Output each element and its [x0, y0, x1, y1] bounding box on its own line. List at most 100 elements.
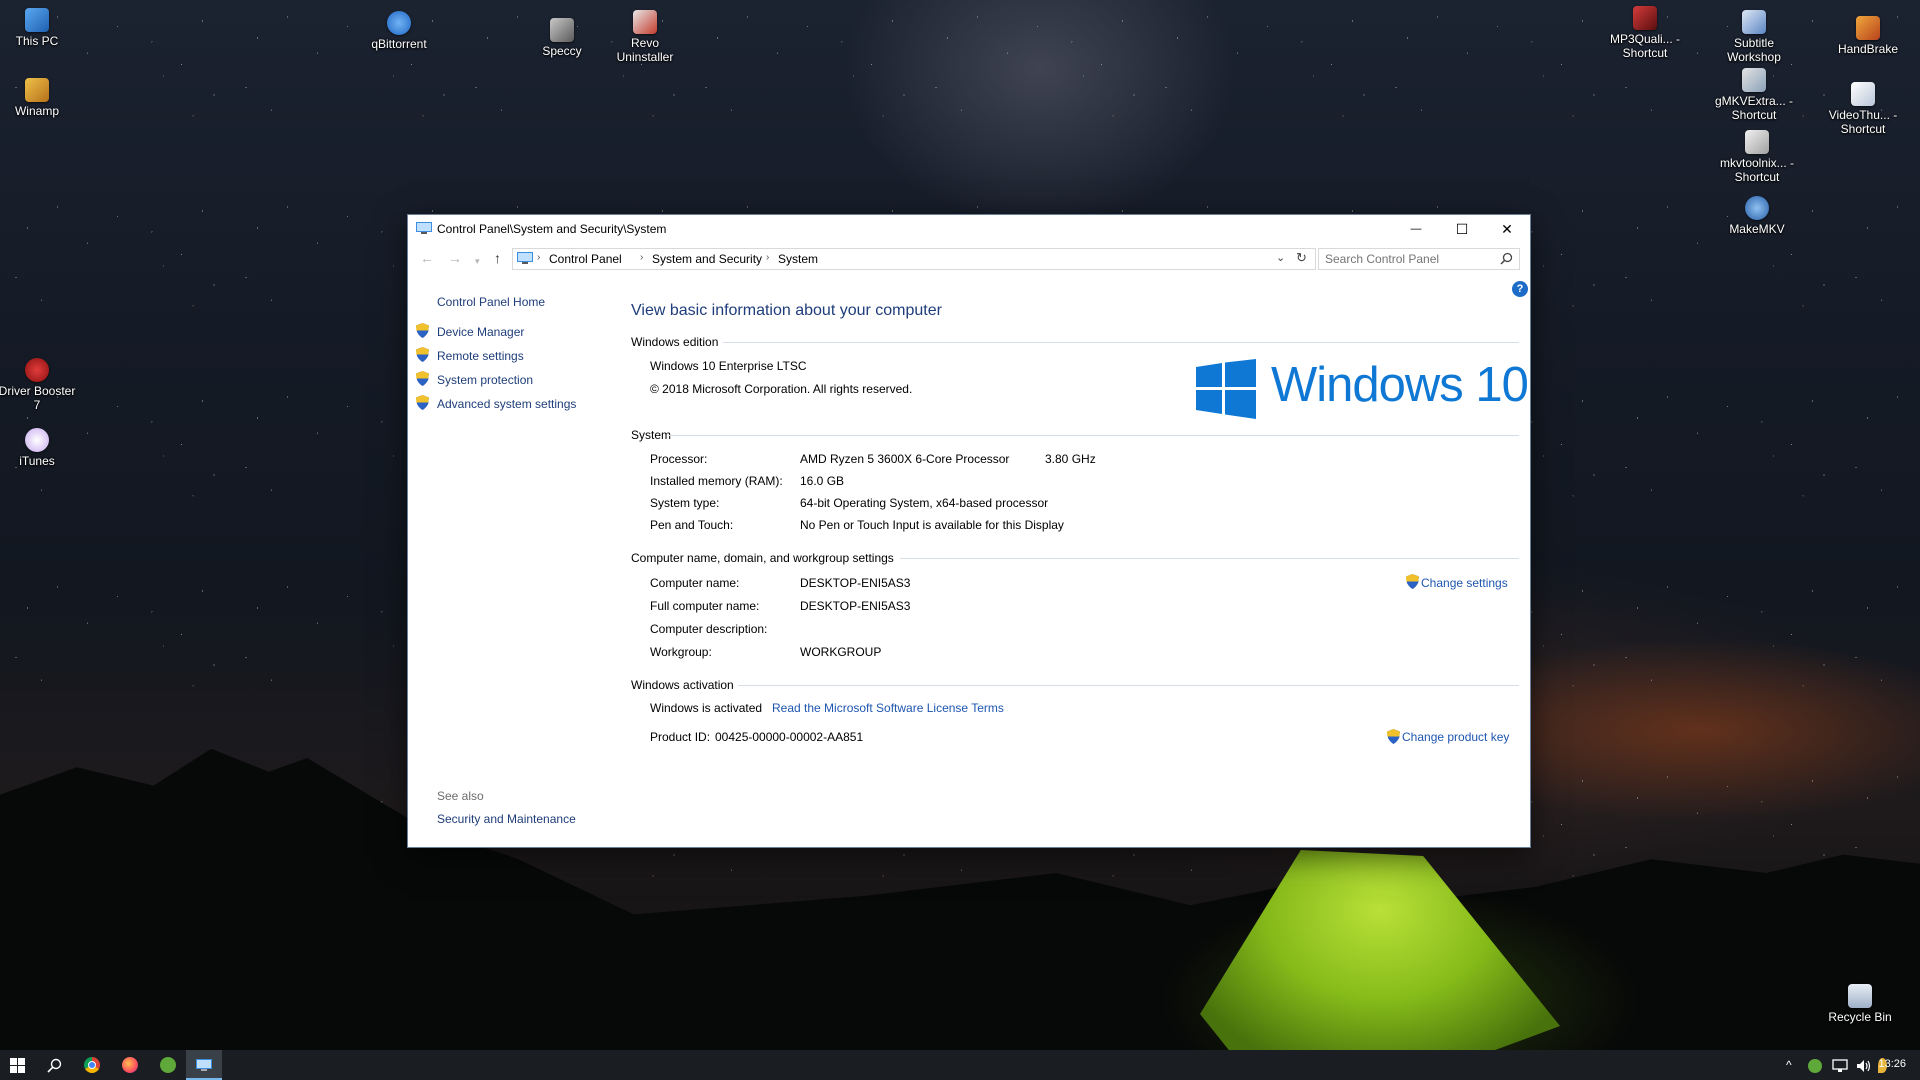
section-divider: [723, 342, 1519, 343]
forward-arrow-icon[interactable]: →: [448, 251, 462, 265]
desktop-icon-subtitle-workshop[interactable]: Subtitle Workshop: [1711, 10, 1797, 64]
desktop-icon-label: Revo Uninstaller: [616, 36, 674, 64]
security-and-maintenance-link[interactable]: Security and Maintenance: [437, 812, 576, 826]
gmkvextract-icon: [1742, 68, 1766, 92]
search-button[interactable]: [36, 1050, 72, 1080]
shield-icon: [416, 347, 429, 362]
pen-touch-label: Pen and Touch:: [650, 518, 734, 532]
system-heading: System: [631, 428, 672, 442]
computer-name-value: DESKTOP-ENI5AS3: [800, 576, 911, 590]
license-terms-link[interactable]: Read the Microsoft Software License Term…: [772, 701, 1004, 715]
windows-activation-heading: Windows activation: [631, 678, 734, 692]
tray-overflow-chevron-icon[interactable]: ^: [1786, 1058, 1792, 1072]
device-manager-link[interactable]: Device Manager: [437, 325, 524, 339]
windows-edition-heading: Windows edition: [631, 335, 719, 349]
desktop-icon-handbrake[interactable]: HandBrake: [1825, 16, 1911, 56]
section-divider: [669, 435, 1519, 436]
full-computer-name-value: DESKTOP-ENI5AS3: [800, 599, 911, 613]
address-dropdown-chevron-icon[interactable]: ⌄: [1276, 251, 1285, 264]
computer-icon: [25, 8, 49, 32]
desktop-icon-itunes[interactable]: iTunes: [0, 428, 80, 468]
desktop-icon-label: HandBrake: [1837, 42, 1899, 56]
itunes-icon: [25, 428, 49, 452]
breadcrumb-system-and-security[interactable]: System and Security: [652, 252, 762, 266]
help-icon[interactable]: ?: [1512, 281, 1528, 297]
firefox-icon: [122, 1057, 138, 1073]
refresh-icon[interactable]: ↻: [1296, 250, 1307, 266]
desktop-icon-mp3quality[interactable]: MP3Quali... - Shortcut: [1602, 6, 1688, 60]
memory-label: Installed memory (RAM):: [650, 474, 783, 488]
desktop-icon-videothumbnail[interactable]: VideoThu... - Shortcut: [1820, 82, 1906, 136]
system-type-value: 64-bit Operating System, x64-based proce…: [800, 496, 1049, 510]
change-settings-link[interactable]: Change settings: [1421, 576, 1508, 590]
change-product-key-link[interactable]: Change product key: [1402, 730, 1509, 744]
mkvtoolnix-icon: [1745, 130, 1769, 154]
mp3-shortcut-icon: [1633, 6, 1657, 30]
desktop-icon-label: gMKVExtra... - Shortcut: [1714, 94, 1794, 122]
remote-settings-link[interactable]: Remote settings: [437, 349, 524, 363]
control-panel-home-link[interactable]: Control Panel Home: [437, 295, 545, 309]
search-box[interactable]: [1318, 248, 1520, 270]
search-icon[interactable]: [1500, 252, 1513, 265]
up-arrow-icon[interactable]: ↑: [494, 251, 501, 265]
breadcrumb-separator-icon[interactable]: ›: [640, 252, 643, 263]
utorrent-tray-icon[interactable]: [1808, 1059, 1822, 1073]
clock[interactable]: 13:26: [1878, 1058, 1906, 1070]
desktop-icon-winamp[interactable]: Winamp: [0, 78, 80, 118]
activation-status: Windows is activated: [650, 701, 763, 715]
desktop-icon-mkvtoolnix[interactable]: mkvtoolnix... - Shortcut: [1714, 130, 1800, 184]
close-button[interactable]: ✕: [1484, 215, 1530, 243]
shield-icon: [1406, 574, 1419, 589]
processor-value: AMD Ryzen 5 3600X 6-Core Processor: [800, 452, 1010, 466]
desktop-icon-label: This PC: [15, 34, 59, 48]
address-box[interactable]: › Control Panel › System and Security › …: [512, 248, 1316, 270]
desktop-icon-qbittorrent[interactable]: qBittorrent: [356, 11, 442, 51]
breadcrumb-control-panel[interactable]: Control Panel: [549, 252, 622, 266]
makemkv-icon: [1745, 196, 1769, 220]
network-icon[interactable]: [1832, 1059, 1848, 1073]
taskbar-utorrent[interactable]: [150, 1050, 186, 1080]
system-protection-link[interactable]: System protection: [437, 373, 533, 387]
windows-logo-icon: [1196, 359, 1256, 419]
desktop-icon-speccy[interactable]: Speccy: [519, 18, 605, 58]
shield-icon: [416, 323, 429, 338]
taskbar-control-panel[interactable]: [186, 1050, 222, 1080]
desktop-icon-label: mkvtoolnix... - Shortcut: [1719, 156, 1794, 184]
breadcrumb-separator-icon[interactable]: ›: [766, 252, 769, 263]
taskbar-firefox[interactable]: [112, 1050, 148, 1080]
video-thumbnail-icon: [1851, 82, 1875, 106]
back-arrow-icon[interactable]: ←: [420, 251, 434, 265]
subtitle-workshop-icon: [1742, 10, 1766, 34]
desktop-icon-gmkvextract[interactable]: gMKVExtra... - Shortcut: [1711, 68, 1797, 122]
shield-icon: [1387, 729, 1400, 744]
recycle-bin-icon: [1848, 984, 1872, 1008]
desktop-icon-revo-uninstaller[interactable]: Revo Uninstaller: [602, 10, 688, 64]
title-bar[interactable]: Control Panel\System and Security\System…: [408, 215, 1530, 243]
recent-locations-chevron-icon[interactable]: ▾: [475, 254, 480, 268]
address-bar: ← → ▾ ↑ › Control Panel › System and Sec…: [408, 243, 1530, 275]
start-button[interactable]: [0, 1050, 36, 1080]
desktop-icon-recycle-bin[interactable]: Recycle Bin: [1817, 984, 1903, 1024]
desktop-icon-driver-booster[interactable]: Driver Booster 7: [0, 358, 80, 412]
shield-icon: [416, 371, 429, 386]
pen-touch-value: No Pen or Touch Input is available for t…: [800, 518, 1064, 532]
search-input[interactable]: [1325, 251, 1495, 266]
desktop-icon-label: iTunes: [19, 454, 55, 468]
processor-speed: 3.80 GHz: [1045, 452, 1096, 466]
qbittorrent-icon: [387, 11, 411, 35]
minimize-button[interactable]: —: [1393, 215, 1439, 243]
breadcrumb-system[interactable]: System: [778, 252, 818, 266]
taskbar-chrome[interactable]: [74, 1050, 110, 1080]
windows-10-logo-text: Windows 10: [1271, 358, 1529, 412]
utorrent-icon: [160, 1057, 176, 1073]
workgroup-label: Workgroup:: [650, 645, 712, 659]
computer-name-heading: Computer name, domain, and workgroup set…: [631, 551, 894, 565]
driver-booster-icon: [25, 358, 49, 382]
maximize-button[interactable]: ☐: [1439, 215, 1485, 243]
breadcrumb-separator-icon[interactable]: ›: [537, 252, 540, 263]
volume-icon[interactable]: [1856, 1059, 1872, 1073]
advanced-system-settings-link[interactable]: Advanced system settings: [437, 397, 576, 411]
desktop-icon-makemkv[interactable]: MakeMKV: [1714, 196, 1800, 236]
desktop-icon-label: MakeMKV: [1729, 222, 1785, 236]
desktop-icon-this-pc[interactable]: This PC: [0, 8, 80, 48]
